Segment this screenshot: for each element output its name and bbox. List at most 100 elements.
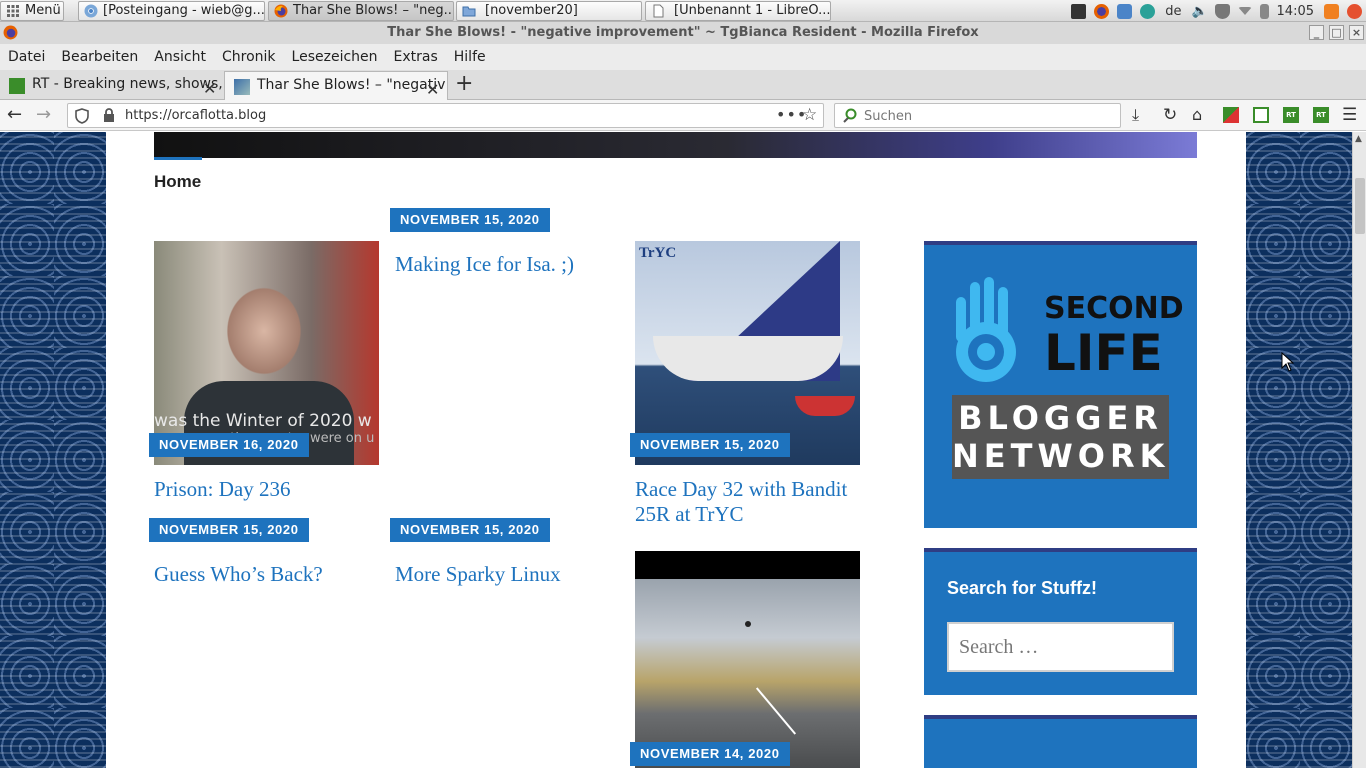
post-title-link[interactable]: Prison: Day 236 bbox=[154, 477, 291, 502]
nav-active-marker bbox=[154, 157, 202, 160]
thumb-logo-text: TrYC bbox=[639, 245, 677, 261]
screen-icon[interactable] bbox=[1071, 3, 1087, 19]
taskbar-window-label: [Posteingang - wieb@g... bbox=[103, 3, 265, 18]
taskbar-window-label: Thar She Blows! – "neg... bbox=[293, 3, 454, 18]
firefox-tray-icon[interactable] bbox=[1094, 3, 1110, 19]
sync-icon[interactable] bbox=[1140, 3, 1156, 19]
url-text[interactable]: https://orcaflotta.blog bbox=[125, 108, 266, 123]
home-icon[interactable]: ⌂ bbox=[1192, 105, 1202, 125]
background-pattern-right bbox=[1246, 132, 1352, 768]
post-title-link[interactable]: Guess Who’s Back? bbox=[154, 562, 323, 587]
post-date-badge[interactable]: NOVEMBER 15, 2020 bbox=[149, 518, 309, 542]
tab-rt[interactable]: RT - Breaking news, shows, ✕ bbox=[0, 71, 222, 100]
new-tab-button[interactable]: + bbox=[455, 72, 473, 96]
taskbar-window-libreoffice[interactable]: [Unbenannt 1 - LibreO... bbox=[645, 1, 831, 21]
start-menu-button[interactable]: Menü bbox=[0, 1, 64, 21]
taskbar-window-label: [november20] bbox=[485, 3, 578, 18]
post-date-badge[interactable]: NOVEMBER 15, 2020 bbox=[390, 208, 550, 232]
search-placeholder: Suchen bbox=[864, 109, 913, 124]
post-thumbnail-image[interactable]: TrYC bbox=[635, 241, 860, 465]
sl-blogger-network-widget[interactable]: SECOND LIFE BLOGGER NETWORK bbox=[924, 241, 1197, 528]
thumb-road-line bbox=[755, 687, 797, 735]
chromium-icon bbox=[84, 4, 98, 18]
thumb-boat bbox=[795, 396, 855, 416]
background-pattern-left bbox=[0, 132, 106, 768]
post-date-badge[interactable]: NOVEMBER 15, 2020 bbox=[390, 518, 550, 542]
downloads-icon[interactable]: ⤓ bbox=[1132, 105, 1139, 125]
firefox-icon bbox=[3, 25, 18, 40]
shield-icon[interactable] bbox=[1214, 3, 1230, 19]
back-arrow-icon[interactable]: ← bbox=[7, 105, 22, 125]
blog-favicon-icon bbox=[234, 79, 250, 95]
rt-extension-icon[interactable]: RT bbox=[1313, 107, 1329, 123]
logo-blogger-network-box: BLOGGER NETWORK bbox=[952, 395, 1169, 479]
hand-eye-logo-icon bbox=[956, 277, 1016, 382]
taskbar-window-firefox[interactable]: Thar She Blows! – "neg... bbox=[268, 1, 454, 21]
logo-text-blogger: BLOGGER bbox=[958, 399, 1163, 437]
url-bar[interactable]: https://orcaflotta.blog ••• ☆ bbox=[67, 103, 824, 128]
menu-hilfe[interactable]: Hilfe bbox=[446, 49, 494, 65]
logo-text-life: LIFE bbox=[1044, 324, 1163, 382]
post-title-link[interactable]: More Sparky Linux bbox=[395, 562, 561, 587]
post-date-badge[interactable]: NOVEMBER 16, 2020 bbox=[149, 433, 309, 457]
page-scrollbar[interactable]: ▲ bbox=[1352, 132, 1366, 768]
taskbar: Menü [Posteingang - wieb@g... Thar She B… bbox=[0, 0, 1366, 22]
start-menu-label: Menü bbox=[25, 3, 61, 18]
close-window-button[interactable]: × bbox=[1349, 25, 1364, 40]
keyboard-language[interactable]: de bbox=[1165, 4, 1181, 19]
taskbar-window-label: [Unbenannt 1 - LibreO... bbox=[674, 3, 831, 18]
taskbar-window-mail[interactable]: [Posteingang - wieb@g... bbox=[78, 1, 265, 21]
minimize-button[interactable]: _ bbox=[1309, 25, 1324, 40]
post-title-line: Race Day 32 with Bandit bbox=[635, 477, 848, 501]
navigation-toolbar: ← → https://orcaflotta.blog ••• ☆ Suchen… bbox=[0, 100, 1366, 131]
menu-extras[interactable]: Extras bbox=[386, 49, 446, 65]
wifi-icon[interactable] bbox=[1237, 7, 1252, 15]
logo-text-second: SECOND bbox=[1044, 291, 1184, 326]
blog-page: Home NOVEMBER 15, 2020 Making Ice for Is… bbox=[106, 132, 1246, 768]
menu-lesezeichen[interactable]: Lesezeichen bbox=[284, 49, 386, 65]
forward-arrow-icon[interactable]: → bbox=[36, 105, 51, 125]
lock-icon[interactable] bbox=[1324, 3, 1339, 19]
menu-datei[interactable]: Datei bbox=[0, 49, 53, 65]
shield-icon[interactable] bbox=[75, 108, 89, 124]
search-input[interactable]: Search … bbox=[947, 622, 1174, 672]
chat-icon[interactable] bbox=[1117, 3, 1133, 19]
clock[interactable]: 14:05 bbox=[1277, 4, 1314, 19]
bookmark-star-icon[interactable]: ☆ bbox=[802, 105, 817, 125]
folder-icon bbox=[462, 6, 476, 17]
print-icon[interactable] bbox=[1253, 107, 1269, 123]
header-banner-image bbox=[154, 132, 1197, 158]
firefox-icon bbox=[274, 4, 288, 18]
close-icon[interactable]: ✕ bbox=[426, 76, 439, 100]
extension-icon[interactable] bbox=[1223, 107, 1239, 123]
maximize-button[interactable]: □ bbox=[1329, 25, 1344, 40]
reload-icon[interactable]: ↻ bbox=[1163, 105, 1177, 125]
power-icon[interactable] bbox=[1347, 3, 1362, 19]
post-date-badge[interactable]: NOVEMBER 14, 2020 bbox=[630, 742, 790, 766]
hamburger-menu-icon[interactable]: ☰ bbox=[1342, 105, 1357, 125]
volume-icon[interactable]: 🔈 bbox=[1192, 4, 1208, 19]
tab-orcaflotta[interactable]: Thar She Blows! – "negativ ✕ bbox=[224, 71, 448, 100]
menu-chronik[interactable]: Chronik bbox=[214, 49, 284, 65]
post-title-link[interactable]: Race Day 32 with Bandit 25R at TrYC bbox=[635, 477, 847, 527]
post-title-link[interactable]: Making Ice for Isa. ;) bbox=[395, 252, 574, 277]
rt-extension-icon[interactable]: RT bbox=[1283, 107, 1299, 123]
mouse-cursor-icon bbox=[1281, 352, 1295, 372]
taskbar-window-folder[interactable]: [november20] bbox=[456, 1, 642, 21]
scroll-up-arrow-icon[interactable]: ▲ bbox=[1355, 134, 1362, 144]
menu-ansicht[interactable]: Ansicht bbox=[146, 49, 214, 65]
menu-bearbeiten[interactable]: Bearbeiten bbox=[53, 49, 146, 65]
lock-icon[interactable] bbox=[103, 108, 115, 123]
document-icon bbox=[653, 4, 664, 18]
post-date-badge[interactable]: NOVEMBER 15, 2020 bbox=[630, 433, 790, 457]
post-thumbnail-image[interactable] bbox=[635, 551, 860, 768]
scrollbar-thumb[interactable] bbox=[1355, 178, 1365, 234]
post-thumbnail-image[interactable]: was the Winter of 2020 w entire country … bbox=[154, 241, 379, 465]
search-bar[interactable]: Suchen bbox=[834, 103, 1121, 128]
close-icon[interactable]: ✕ bbox=[203, 75, 216, 100]
post-title-line: 25R at TrYC bbox=[635, 502, 744, 526]
grid-menu-icon bbox=[7, 5, 19, 17]
battery-icon[interactable] bbox=[1259, 3, 1269, 19]
system-tray: de 🔈 14:05 bbox=[1067, 0, 1366, 22]
nav-home-link[interactable]: Home bbox=[154, 172, 201, 192]
